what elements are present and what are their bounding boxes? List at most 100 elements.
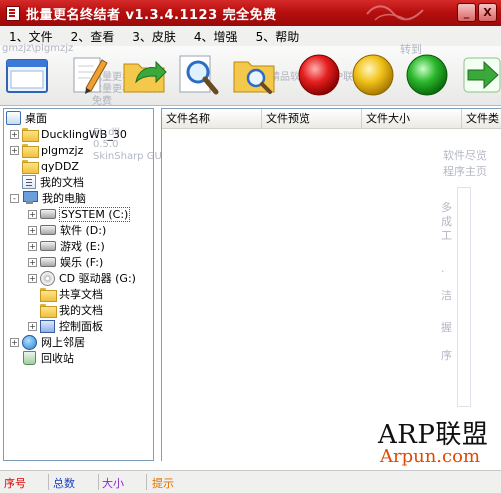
file-list[interactable]: 文件名称 文件预览 文件大小 文件类 软件尽览 程序主页 多 成 工 · 洁 握… <box>161 108 501 461</box>
app-icon <box>4 4 22 22</box>
magnifier-icon <box>179 55 219 95</box>
expand-icon[interactable]: + <box>28 257 37 267</box>
status-size: 大小 <box>102 477 124 490</box>
status-hint: 提示 <box>152 477 174 490</box>
tree-item-drive-g[interactable]: + CD 驱动器 (G:) <box>28 270 136 286</box>
ghost-side-char: 洁 <box>441 289 452 302</box>
ghost-side-char: · <box>441 265 445 278</box>
watermark-site: Arpun.com <box>380 446 481 467</box>
toolbar-button-rename[interactable] <box>66 52 112 98</box>
tree-item-network[interactable]: + 网上邻居 <box>10 334 85 350</box>
tree-item-folder[interactable]: qyDDZ <box>22 158 79 174</box>
tree-item-drive-d[interactable]: + 软件 (D:) <box>28 222 106 238</box>
status-divider <box>48 474 49 490</box>
status-total: 总数 <box>53 477 75 490</box>
status-index: 序号 <box>4 477 26 490</box>
toolbar-button-open-folder[interactable] <box>122 52 168 98</box>
folder-icon <box>40 288 57 302</box>
expand-icon[interactable]: + <box>28 273 37 283</box>
tree-item-drive-e[interactable]: + 游戏 (E:) <box>28 238 105 254</box>
tree-item-label: 我的文档 <box>59 304 103 317</box>
pencil-icon <box>73 57 108 94</box>
expand-icon[interactable]: + <box>28 209 37 219</box>
ghost-scrollbar <box>457 187 471 407</box>
tree-item-label: 游戏 (E:) <box>60 240 105 253</box>
expand-icon[interactable]: + <box>10 145 19 155</box>
toolbar-button-yellow[interactable] <box>350 52 396 98</box>
yellow-circle-icon <box>352 54 394 96</box>
folder-arrow-icon <box>123 60 167 93</box>
collapse-icon[interactable]: - <box>10 193 19 203</box>
minimize-button[interactable]: _ <box>457 3 476 22</box>
tree-item-label: 我的电脑 <box>42 192 86 205</box>
expand-icon[interactable]: + <box>10 129 19 139</box>
menu-skin[interactable]: 3、皮肤 <box>123 28 185 45</box>
expand-icon[interactable]: + <box>28 321 37 331</box>
column-header-type[interactable]: 文件类 <box>462 109 501 129</box>
tree-item-label: 回收站 <box>41 352 74 365</box>
tree-item-label: qyDDZ <box>41 159 79 173</box>
column-header-size[interactable]: 文件大小 <box>362 109 462 129</box>
title-bar: 批量更名终结者 v1.3.4.1123 完全免费 _ X <box>0 0 501 26</box>
tree-item-drive-f[interactable]: + 娱乐 (F:) <box>28 254 103 270</box>
column-header-name[interactable]: 文件名称 <box>162 109 262 129</box>
tree-item-label: 我的文档 <box>40 176 84 189</box>
tree-item-my-documents[interactable]: 我的文档 <box>22 174 84 190</box>
tree-item-drive-c[interactable]: + SYSTEM (C:) <box>28 206 131 222</box>
toolbar-button-green[interactable] <box>404 52 450 98</box>
tree-item-folder[interactable]: + plgmzjz <box>10 142 83 158</box>
documents-icon <box>22 175 36 189</box>
ghost-side-line-1: 软件尽览 <box>443 149 487 162</box>
ghost-side-char: 工 <box>441 229 452 242</box>
green-circle-icon <box>406 54 448 96</box>
computer-icon <box>22 191 38 205</box>
drive-icon <box>40 257 56 267</box>
ghost-dll-text: EL.dll <box>93 127 120 138</box>
tree-item-label: 软件 (D:) <box>60 224 107 237</box>
toolbar-button-folder-search[interactable] <box>232 52 278 98</box>
folder-icon <box>22 144 39 158</box>
tree-item-desktop[interactable]: 桌面 <box>6 110 47 126</box>
tree-item-folder[interactable]: 我的文档 <box>40 302 103 318</box>
network-icon <box>22 334 37 350</box>
title-ornament-icon <box>366 5 424 21</box>
toolbar-button-preview[interactable] <box>176 52 222 98</box>
expand-icon[interactable]: + <box>28 241 37 251</box>
tree-item-label: 控制面板 <box>59 320 103 333</box>
tree-item-recycle-bin[interactable]: 回收站 <box>22 350 74 366</box>
status-bar: 序号 总数 大小 提示 <box>0 470 501 493</box>
control-panel-icon <box>40 319 55 333</box>
ghost-side-char: 握 <box>441 321 452 334</box>
menu-help[interactable]: 5、帮助 <box>247 28 309 45</box>
toolbar-button-next[interactable] <box>458 52 501 98</box>
tree-item-folder[interactable]: 共享文档 <box>40 286 103 302</box>
toolbar-button-red[interactable] <box>296 52 342 98</box>
folder-icon <box>22 160 39 174</box>
expand-icon[interactable]: + <box>10 337 19 347</box>
recycle-bin-icon <box>23 351 36 365</box>
window-title: 批量更名终结者 v1.3.4.1123 完全免费 <box>26 7 277 23</box>
ghost-version-text: 0.5.0 <box>93 139 119 150</box>
toolbar-button-window[interactable] <box>4 52 50 98</box>
tree-item-label: CD 驱动器 (G:) <box>59 272 136 285</box>
toolbar: gmzjz\plgmzjz 转到 批量更名终结者 批量更名终结者 免费 精品软件… <box>0 43 501 107</box>
menu-enhance[interactable]: 4、增强 <box>185 28 247 45</box>
close-button[interactable]: X <box>478 3 497 22</box>
drive-icon <box>40 209 56 219</box>
tree-item-my-computer[interactable]: - 我的电脑 <box>10 190 86 206</box>
drive-icon <box>40 241 56 251</box>
tree-item-label: 娱乐 (F:) <box>60 256 104 269</box>
folder-search-icon <box>233 61 275 94</box>
tree-item-control-panel[interactable]: + 控制面板 <box>28 318 103 334</box>
ghost-side-char: 序 <box>441 349 452 362</box>
menu-file[interactable]: 1、文件 <box>0 28 62 45</box>
menu-view[interactable]: 2、查看 <box>62 28 124 45</box>
status-divider <box>146 474 147 490</box>
expand-icon[interactable]: + <box>28 225 37 235</box>
tree-item-label: 网上邻居 <box>41 336 85 349</box>
menu-bar: 1、文件 2、查看 3、皮肤 4、增强 5、帮助 <box>0 26 501 46</box>
column-header-preview[interactable]: 文件预览 <box>262 109 362 129</box>
cd-icon <box>40 270 55 286</box>
drive-icon <box>40 225 56 235</box>
status-divider <box>98 474 99 490</box>
